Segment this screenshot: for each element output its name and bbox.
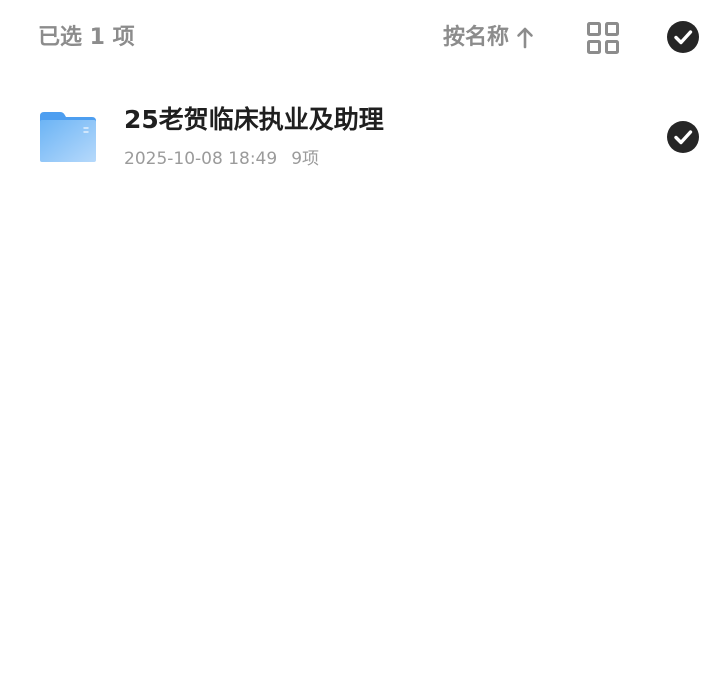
file-row[interactable]: 25老贺临床执业及助理 2025-10-08 18:49 9项	[0, 88, 714, 186]
item-count: 9项	[291, 149, 320, 169]
sort-label: 按名称	[443, 25, 510, 50]
file-meta: 2025-10-08 18:49 9项	[124, 148, 319, 170]
sort-by-name-button[interactable]: 按名称	[443, 22, 535, 54]
toolbar: 已选 1 项 按名称	[0, 0, 714, 78]
selected-count-label: 已选 1 项	[38, 25, 135, 50]
grid-view-icon[interactable]	[586, 21, 620, 55]
select-all-check-icon[interactable]	[667, 21, 699, 53]
arrow-up-icon	[515, 26, 535, 50]
file-name: 25老贺临床执业及助理	[124, 105, 384, 134]
folder-icon	[38, 110, 98, 164]
modified-date: 2025-10-08 18:49	[124, 149, 278, 169]
row-check-icon[interactable]	[667, 121, 699, 153]
